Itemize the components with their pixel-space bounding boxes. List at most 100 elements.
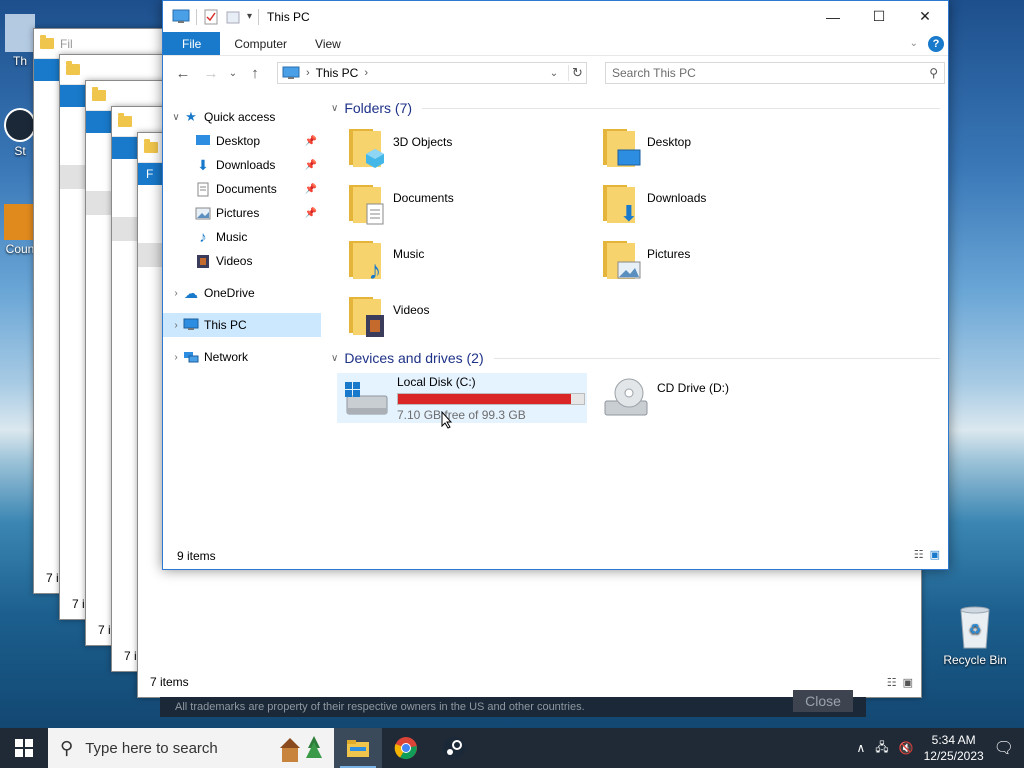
sidebar-item-network[interactable]: › Network [163,345,321,369]
sidebar-item-this-pc[interactable]: › This PC [163,313,321,337]
background-view-buttons[interactable]: ☷ ▣ [887,676,913,689]
help-icon[interactable]: ? [928,35,944,52]
sidebar-item-downloads[interactable]: ⬇ Downloads 📌 [163,153,321,177]
breadcrumb-separator-icon[interactable]: › [364,67,368,79]
expand-ribbon-chevron-icon[interactable]: ⌄ [910,38,918,49]
recycle-bin-graphic: ♻ [960,606,990,649]
background-file-tab: F [138,163,164,185]
maximize-button[interactable]: ☐ [856,1,902,32]
taskbar-search[interactable]: ⚲ Type here to search [48,728,334,768]
customize-toolbar-chevron-icon[interactable]: ▾ [247,11,252,22]
view-buttons: ☷ ▣ [914,548,940,561]
folder-3d-objects[interactable]: 3D Objects [347,123,601,179]
folder-icon [66,61,80,75]
folder-desktop[interactable]: Desktop [601,123,855,179]
group-header-label: Folders (7) [344,100,413,116]
content-pane: ∨ Folders (7) 3D Objects Desktop Documen… [325,97,948,423]
titlebar[interactable]: ▾ This PC — ☐ ✕ [163,1,948,32]
collapse-chevron-icon[interactable]: ∨ [331,103,338,114]
tab-computer[interactable]: Computer [220,32,301,55]
quick-access-toolbar: ▾ [163,8,260,25]
background-strip [86,191,114,215]
network-status-icon[interactable]: 🖧 [875,738,888,759]
pin-icon: 📌 [304,159,317,171]
start-button[interactable] [0,728,48,768]
documents-icon [195,181,211,197]
taskbar-file-explorer[interactable] [334,728,382,768]
taskbar-chrome[interactable] [382,728,430,768]
address-dropdown-icon[interactable]: ⌄ [546,68,562,79]
devices-group-header[interactable]: ∨ Devices and drives (2) [325,347,948,369]
forward-button[interactable]: → [199,65,223,82]
close-button[interactable]: ✕ [902,1,948,32]
folder-videos[interactable]: Videos [347,291,601,347]
window-controls: — ☐ ✕ [810,1,948,32]
desktop-icon [195,133,211,149]
search-box[interactable]: Search This PC ⚲ [605,62,945,84]
banner-close-button[interactable]: Close [793,690,853,712]
folders-grid: 3D Objects Desktop Documents ⬇ Downloads [325,123,948,347]
expand-chevron-icon[interactable]: › [169,320,183,331]
back-button[interactable]: ← [171,65,195,82]
large-icons-view-icon[interactable]: ▣ [930,548,940,561]
background-strip [60,165,88,189]
tab-view[interactable]: View [301,32,355,55]
disk-usage-bar [397,392,585,405]
notifications-icon[interactable]: 🗨 [994,738,1014,758]
sidebar-item-music[interactable]: ♪ Music [163,225,321,249]
music-icon: ♪ [368,254,382,285]
folder-icon: ♪ [347,237,387,285]
expand-chevron-icon[interactable]: › [169,288,183,299]
folders-group-header[interactable]: ∨ Folders (7) [325,97,948,119]
pin-icon: 📌 [304,135,317,147]
recent-locations-chevron-icon[interactable]: ⌄ [227,68,239,79]
show-hidden-icons-chevron-icon[interactable]: ∧ [856,741,865,755]
collapse-chevron-icon[interactable]: ∨ [331,353,338,364]
address-bar[interactable]: › This PC › ⌄ ↻ [277,62,587,84]
drive-name: CD Drive (D:) [657,381,729,395]
up-button[interactable]: ↑ [243,65,267,82]
breadcrumb-this-pc[interactable]: This PC [316,66,359,80]
sidebar-item-label: Desktop [216,134,261,148]
sidebar-item-desktop[interactable]: Desktop 📌 [163,129,321,153]
sidebar-item-quick-access[interactable]: ∨ ★ Quick access [163,105,321,129]
drive-cd-d[interactable]: CD Drive (D:) [597,373,847,423]
recycle-bin-icon[interactable]: ♻ Recycle Bin [942,604,1008,667]
breadcrumb-separator-icon[interactable]: › [306,67,310,79]
refresh-icon[interactable]: ↻ [568,65,586,81]
taskbar-search-placeholder: Type here to search [85,739,218,757]
windows-drive-icon [345,382,388,415]
this-pc-window[interactable]: ▾ This PC — ☐ ✕ File Computer View ⌄ ? ←… [162,0,949,570]
folder-pictures[interactable]: Pictures [601,235,855,291]
taskbar-steam[interactable] [430,728,478,768]
sidebar-item-onedrive[interactable]: › ☁ OneDrive [163,281,321,305]
details-view-icon[interactable]: ☷ [914,548,924,561]
recycle-bin-label: Recycle Bin [943,653,1007,667]
folder-music[interactable]: ♪ Music [347,235,601,291]
large-icons-view-icon[interactable]: ▣ [903,676,913,689]
volume-muted-icon[interactable]: 🔇 [899,741,914,755]
navigation-pane: ∨ ★ Quick access Desktop 📌 ⬇ Downloads 📌… [163,105,321,369]
search-icon[interactable]: ⚲ [929,66,938,80]
sidebar-item-documents[interactable]: Documents 📌 [163,177,321,201]
details-view-icon[interactable]: ☷ [887,676,897,689]
folder-downloads[interactable]: ⬇ Downloads [601,179,855,235]
trademark-text: All trademarks are property of their res… [175,701,585,713]
partial-tab-label: Fil [60,36,73,51]
collapse-chevron-icon[interactable]: ∨ [169,112,183,123]
drive-local-disk-c[interactable]: Local Disk (C:) 7.10 GB free of 99.3 GB [337,373,587,423]
new-folder-icon[interactable] [225,9,241,25]
expand-chevron-icon[interactable]: › [169,352,183,363]
tab-file[interactable]: File [163,32,221,55]
minimize-button[interactable]: — [810,1,856,32]
properties-icon[interactable] [203,9,219,25]
folder-documents[interactable]: Documents [347,179,601,235]
partial-tab-letter: F [146,167,154,181]
documents-icon [363,203,387,225]
sidebar-item-pictures[interactable]: Pictures 📌 [163,201,321,225]
folder-label: Pictures [647,247,691,261]
background-status: 7 items [150,675,189,689]
clock[interactable]: 5:34 AM 12/25/2023 [924,732,984,764]
status-bar-count: 9 items [177,549,216,563]
sidebar-item-videos[interactable]: Videos [163,249,321,273]
